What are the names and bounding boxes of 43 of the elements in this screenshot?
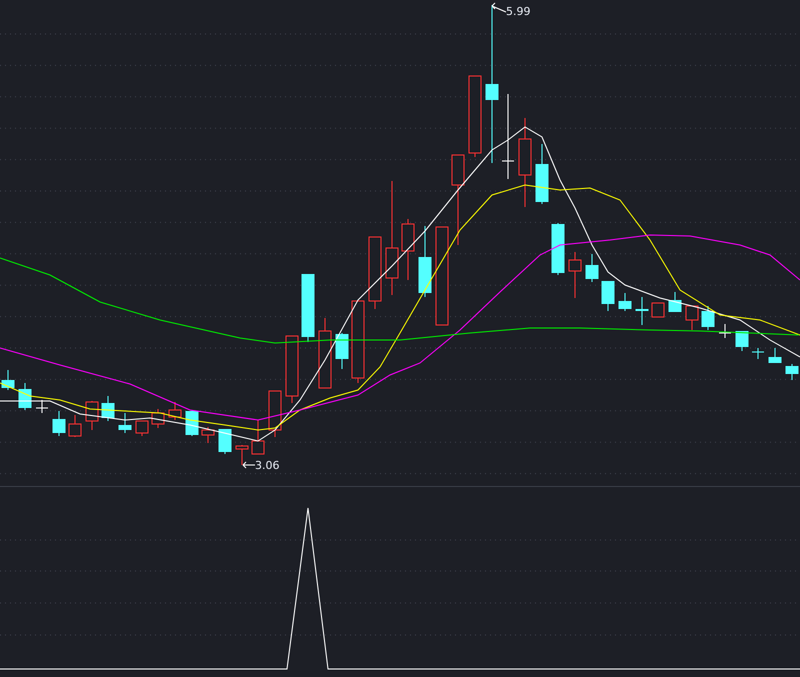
candlestick <box>336 332 348 370</box>
low-price-label: 3.06 <box>255 459 280 472</box>
candlestick <box>302 274 314 342</box>
candlestick <box>52 410 66 436</box>
candlestick <box>568 252 582 298</box>
candlestick <box>186 410 198 436</box>
candlestick <box>686 306 698 330</box>
candlestick <box>586 254 598 282</box>
candlestick <box>168 402 182 420</box>
candlestick <box>118 412 132 434</box>
candlestick <box>618 292 632 312</box>
candlestick <box>318 318 332 388</box>
candlestick <box>268 390 282 438</box>
candlestick <box>668 292 682 312</box>
candlestick <box>286 336 298 404</box>
candlestick <box>136 420 148 436</box>
candlestick <box>768 348 782 364</box>
candlestick <box>36 400 48 414</box>
leader-line <box>242 462 256 468</box>
candlestick <box>2 370 14 390</box>
candlestick <box>418 226 432 298</box>
candlestick <box>536 144 548 204</box>
candlestick <box>602 280 614 312</box>
candlestick <box>152 408 164 428</box>
leader-line <box>492 2 506 12</box>
candlestick <box>86 400 98 430</box>
candlestick <box>652 302 664 318</box>
candlestick <box>552 222 564 276</box>
candlestick <box>252 420 264 454</box>
candlestick <box>202 426 214 444</box>
candlestick <box>718 324 732 338</box>
high-price-label: 5.99 <box>506 5 530 18</box>
candlestick <box>786 364 798 380</box>
candlestick <box>402 218 414 280</box>
candlestick <box>68 414 82 438</box>
candlestick <box>18 382 32 410</box>
candlestick <box>102 396 114 422</box>
candlestick <box>702 306 714 330</box>
candlestick <box>218 428 232 454</box>
candlestick <box>736 330 748 352</box>
candlestick <box>236 444 248 466</box>
candlestick <box>752 348 764 360</box>
candlestick <box>636 296 648 326</box>
